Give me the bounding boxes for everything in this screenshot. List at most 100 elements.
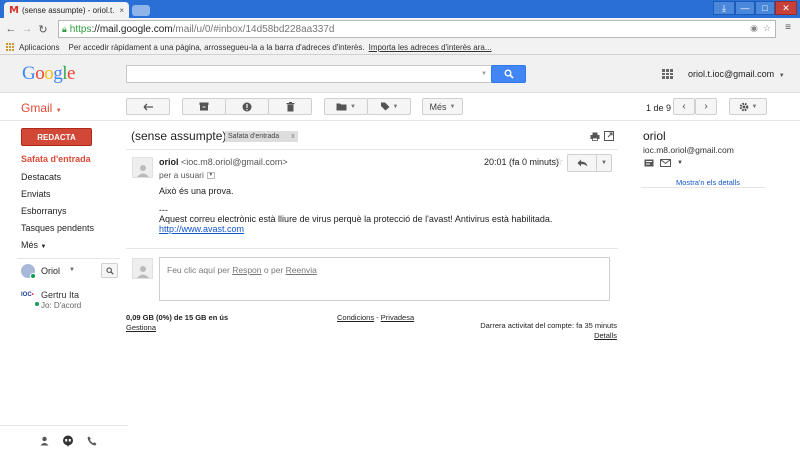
more-label: Més	[429, 101, 447, 112]
hangouts-bottom-bar	[0, 425, 128, 460]
apps-bookmark[interactable]: Aplicacions	[19, 43, 59, 52]
search-input[interactable]: ▼	[126, 65, 492, 83]
more-actions-button[interactable]: ▼	[597, 155, 611, 171]
person-icon	[136, 165, 149, 177]
search-options-icon[interactable]: ▼	[481, 71, 487, 77]
settings-button[interactable]: ▼	[729, 98, 767, 115]
person-icon[interactable]	[40, 436, 49, 446]
reply-button[interactable]	[568, 155, 597, 171]
message-body-text: Això és una prova.	[159, 186, 234, 196]
eye-icon[interactable]: ◉	[750, 23, 758, 34]
newer-button[interactable]: ‹	[673, 98, 695, 115]
browser-toolbar: ← → ↻ 🔒︎ https://mail.google.com/mail/u/…	[0, 18, 800, 40]
chevron-down-icon: ▼	[601, 160, 607, 166]
window-pin-button[interactable]: ⤓	[713, 1, 735, 15]
account-activity: Darrera activitat del compte: fa 35 minu…	[455, 321, 617, 340]
forward-link[interactable]: Reenvia	[286, 265, 317, 275]
reply-link[interactable]: Respon	[232, 265, 261, 275]
online-status-icon	[34, 301, 40, 307]
sidebar-item-drafts[interactable]: Esborranys	[21, 206, 67, 216]
account-menu[interactable]: oriol.t.ioc@gmail.com ▼	[688, 69, 785, 79]
search-button[interactable]	[491, 65, 526, 83]
delete-button[interactable]	[268, 98, 312, 115]
contact-card-icon[interactable]	[644, 159, 654, 167]
label-icon	[380, 102, 390, 111]
activity-details-link[interactable]: Detalls	[455, 331, 617, 340]
show-contact-details-link[interactable]: Mostra'n els detalls	[676, 178, 740, 187]
gmail-menu[interactable]: Gmail ▼	[21, 101, 62, 115]
hangouts-icon[interactable]	[62, 435, 74, 447]
google-apps-icon[interactable]	[662, 69, 673, 79]
sidebar-item-sent[interactable]: Enviats	[21, 189, 51, 199]
browser-tab[interactable]: M (sense assumpte) - oriol.t. ×	[4, 2, 129, 18]
chevron-down-icon: ▼	[392, 103, 399, 110]
url-path: /mail/u/0/#inbox/14d58bd228aa337d	[172, 23, 335, 35]
recipient-text: per a usuari	[159, 170, 204, 180]
apps-icon[interactable]	[6, 42, 15, 52]
compose-button[interactable]: REDACTA	[21, 128, 92, 146]
hangouts-user-name: Oriol	[41, 266, 61, 276]
show-details-icon[interactable]: ▼	[206, 171, 215, 179]
email-icon[interactable]	[660, 159, 671, 167]
google-logo-letter: e	[67, 63, 75, 84]
online-status-icon	[30, 273, 36, 279]
terms-link[interactable]: Condicions	[337, 313, 374, 322]
address-bar[interactable]: 🔒︎ https://mail.google.com/mail/u/0/#inb…	[58, 20, 776, 38]
contact-status: Jo: D'acord	[41, 301, 82, 310]
chevron-down-icon: ▼	[751, 103, 758, 110]
bookmark-star-icon[interactable]: ☆	[763, 23, 771, 34]
reload-icon[interactable]: ↻	[36, 22, 50, 36]
import-bookmarks-link[interactable]: Importa les adreces d'interès ara...	[369, 43, 492, 52]
tab-title: (sense assumpte) - oriol.t.	[21, 5, 115, 15]
person-icon	[136, 266, 149, 278]
window-minimize-button[interactable]: —	[735, 1, 755, 15]
window-close-button[interactable]: ✕	[775, 1, 797, 15]
sidebar-item-tasks[interactable]: Tasques pendents	[21, 223, 94, 233]
report-spam-button[interactable]	[225, 98, 269, 115]
privacy-link[interactable]: Privadesa	[381, 313, 414, 322]
move-to-button[interactable]: ▼	[324, 98, 368, 115]
hangouts-search-button[interactable]	[101, 263, 118, 278]
reply-placeholder: Feu clic aquí per Respon o per Reenvia	[167, 265, 317, 275]
new-tab-button[interactable]	[132, 5, 150, 16]
bookmarks-bar: Aplicacions Per accedir ràpidament a una…	[0, 40, 800, 55]
url-host: ://mail.google.com	[91, 23, 173, 35]
gmail-header: Google ▼ oriol.t.ioc@gmail.com ▼	[0, 55, 800, 93]
chevron-down-icon[interactable]: ▼	[677, 160, 683, 166]
back-to-inbox-button[interactable]	[126, 98, 170, 115]
window-maximize-button[interactable]: □	[755, 1, 775, 15]
quick-reply-box[interactable]: Feu clic aquí per Respon o per Reenvia	[159, 257, 610, 301]
chevron-left-icon: ‹	[682, 101, 686, 112]
forward-icon[interactable]: →	[20, 22, 34, 36]
reply-icon	[577, 159, 587, 167]
sidebar-item-starred[interactable]: Destacats	[21, 172, 61, 182]
tab-close-icon[interactable]: ×	[119, 6, 124, 15]
avast-notice: Aquest correu electrònic està lliure de …	[159, 214, 553, 224]
more-button[interactable]: Més ▼	[422, 98, 463, 115]
older-button[interactable]: ›	[695, 98, 717, 115]
sender-name[interactable]: oriol	[159, 157, 179, 167]
google-logo-letter: g	[53, 63, 63, 84]
print-icon[interactable]	[590, 132, 600, 141]
star-icon[interactable]: ☆	[554, 155, 564, 168]
action-bar: Gmail ▼ ▼ ▼ Més ▼ 1 de 9 ‹ › ▼	[0, 93, 800, 121]
remove-label-icon[interactable]: x	[291, 133, 295, 140]
google-logo-letter: G	[22, 63, 36, 84]
new-window-icon[interactable]	[604, 131, 614, 141]
phone-icon[interactable]	[87, 436, 97, 446]
last-activity-text: Darrera activitat del compte: fa 35 minu…	[480, 321, 617, 330]
labels-button[interactable]: ▼	[367, 98, 411, 115]
message-divider	[126, 149, 618, 150]
sidebar-item-more[interactable]: Més ▼	[21, 240, 46, 250]
inbox-label-chip[interactable]: Safata d'entrada x	[225, 131, 298, 142]
archive-button[interactable]	[182, 98, 226, 115]
sender-avatar[interactable]	[132, 157, 153, 178]
back-arrow-icon	[143, 103, 153, 110]
sidebar-item-inbox[interactable]: Safata d'entrada	[21, 154, 91, 164]
manage-storage-link[interactable]: Gestiona	[126, 323, 228, 332]
google-logo[interactable]: Google	[22, 63, 75, 85]
avast-link[interactable]: http://www.avast.com	[159, 224, 244, 234]
back-icon[interactable]: ←	[4, 22, 18, 36]
browser-menu-icon[interactable]: ≡	[782, 22, 794, 33]
gear-icon	[739, 102, 748, 111]
